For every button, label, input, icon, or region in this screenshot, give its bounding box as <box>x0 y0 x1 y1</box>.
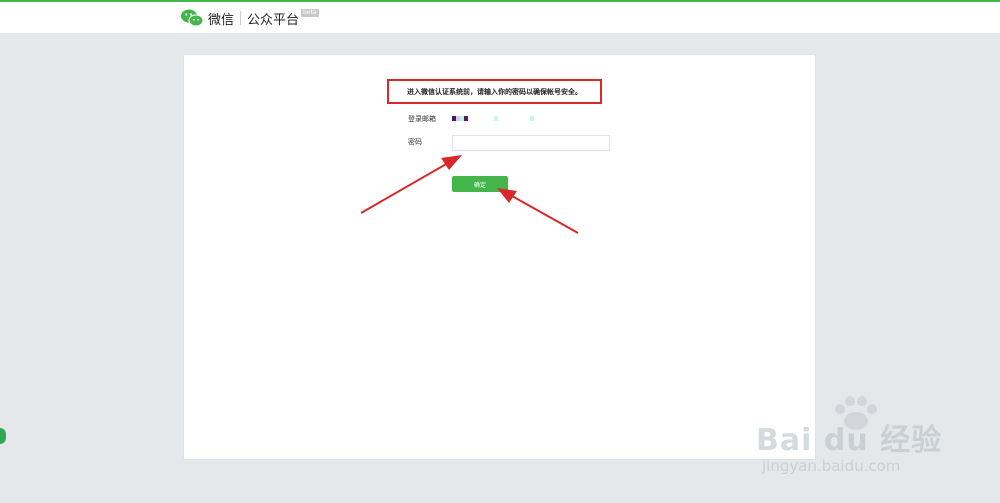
email-label: 登录邮箱 <box>408 115 436 123</box>
password-input[interactable] <box>452 135 610 151</box>
baidu-jingyan-watermark: Bai du 经验 jingyan.baidu.com <box>756 393 946 481</box>
confirm-button[interactable]: 确定 <box>452 176 508 192</box>
wechat-logo[interactable]: 微信 公众平台 beta <box>180 7 319 29</box>
security-notice: 进入微信认证系统前，请输入你的密码以确保帐号安全。 <box>387 79 602 104</box>
content-card <box>183 54 816 460</box>
brand-name: 微信 <box>208 12 235 28</box>
side-float-button[interactable] <box>0 428 6 444</box>
header-bar: 微信 公众平台 beta <box>0 2 1000 33</box>
wechat-icon <box>180 8 204 28</box>
logo-divider <box>240 11 242 25</box>
security-notice-text: 进入微信认证系统前，请输入你的密码以确保帐号安全。 <box>407 87 582 96</box>
password-label: 密码 <box>408 138 422 146</box>
watermark-url: jingyan.baidu.com <box>762 457 901 475</box>
beta-badge: beta <box>301 9 319 17</box>
watermark-brand: Bai du 经验 <box>756 423 943 458</box>
email-value-obscured <box>452 116 534 122</box>
page: 微信 公众平台 beta 进入微信认证系统前，请输入你的密码以确保帐号安全。 登… <box>0 0 1000 503</box>
product-name: 公众平台 <box>247 12 300 28</box>
